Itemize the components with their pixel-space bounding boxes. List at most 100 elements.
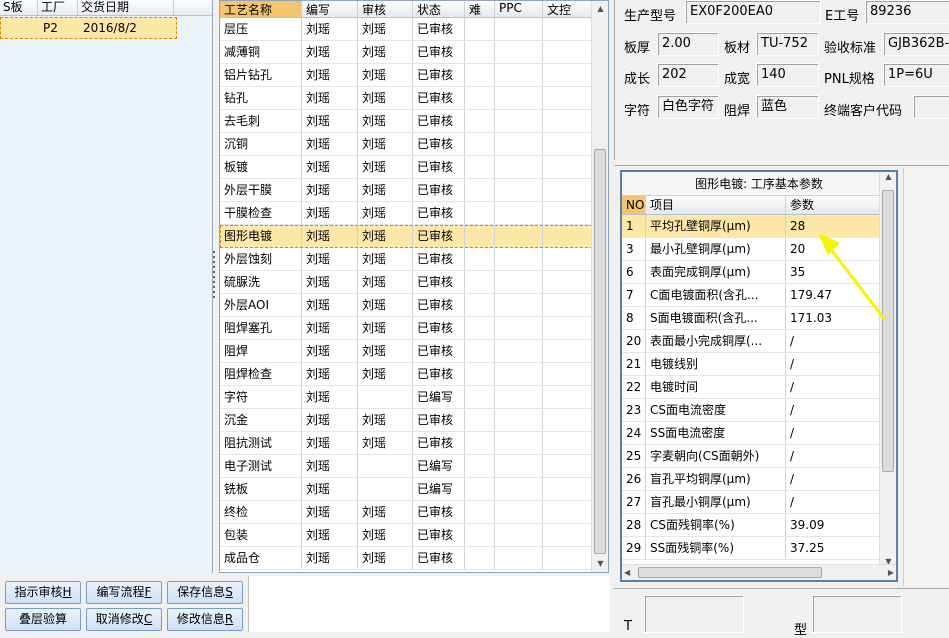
mask-field[interactable]: 蓝色 (756, 95, 819, 119)
process-status: 已审核 (413, 64, 465, 86)
col-header-board[interactable]: S板 (0, 0, 38, 15)
process-writer: 刘瑶 (302, 156, 358, 178)
process-grid-scrollbar[interactable]: ▲ ▼ (591, 1, 608, 572)
scroll-left-icon[interactable]: ◀ (624, 565, 630, 580)
scroll-thumb[interactable] (594, 149, 606, 554)
bottom-field-2[interactable] (812, 595, 902, 633)
bottom-field-1[interactable] (644, 595, 744, 633)
cancel-edit-button[interactable]: 取消修改C (86, 608, 162, 631)
scroll-up-icon[interactable]: ▲ (880, 172, 896, 181)
param-row[interactable]: 23 CS面电流密度 / (622, 399, 896, 422)
process-row[interactable]: 阻焊 刘瑶 刘瑶 已审核 (220, 340, 608, 363)
process-row[interactable]: 干膜检查 刘瑶 刘瑶 已审核 (220, 202, 608, 225)
process-row[interactable]: 阻焊塞孔 刘瑶 刘瑶 已审核 (220, 317, 608, 340)
process-row[interactable]: 硫脲洗 刘瑶 刘瑶 已审核 (220, 271, 608, 294)
process-row[interactable]: 字符 刘瑶 已编写 (220, 386, 608, 409)
col-header-doc-control[interactable]: 文控 (543, 1, 595, 17)
process-difficulty (465, 248, 495, 270)
scroll-right-icon[interactable]: ▶ (888, 565, 894, 580)
param-item: 字麦朝向(CS面朝外) (646, 445, 786, 467)
process-row[interactable]: 终检 刘瑶 刘瑶 已审核 (220, 501, 608, 524)
thickness-field[interactable]: 2.00 (657, 32, 719, 56)
process-row[interactable]: 沉金 刘瑶 刘瑶 已审核 (220, 409, 608, 432)
scroll-down-icon[interactable]: ▼ (592, 556, 608, 572)
process-row[interactable]: 外层AOI 刘瑶 刘瑶 已审核 (220, 294, 608, 317)
col-header-status[interactable]: 状态 (413, 1, 465, 17)
width-field[interactable]: 140 (756, 63, 819, 87)
process-name: 外层AOI (220, 294, 302, 316)
process-row[interactable]: 去毛刺 刘瑶 刘瑶 已审核 (220, 110, 608, 133)
modify-info-button[interactable]: 修改信息R (167, 608, 243, 631)
order-row[interactable]: P2 2016/8/2 (0, 17, 177, 39)
param-row[interactable]: 28 CS面残铜率(%) 39.09 (622, 514, 896, 537)
param-row[interactable]: 21 电镀线别 / (622, 353, 896, 376)
param-grid-hscroll[interactable]: ◀ ▶ (622, 564, 896, 580)
param-item: S面电镀面积(含孔... (646, 307, 786, 329)
col-header-difficulty[interactable]: 难 (465, 1, 495, 17)
process-row[interactable]: 外层干膜 刘瑶 刘瑶 已审核 (220, 179, 608, 202)
scroll-up-icon[interactable]: ▲ (592, 1, 608, 17)
param-row[interactable]: 27 盲孔最小铜厚(μm) / (622, 491, 896, 514)
process-row[interactable]: 电子测试 刘瑶 已编写 (220, 455, 608, 478)
col-header-delivery-date[interactable]: 交货日期 (78, 0, 174, 15)
length-field[interactable]: 202 (657, 63, 719, 87)
hscroll-thumb[interactable] (638, 567, 822, 578)
e-no-field[interactable]: 89236 (865, 0, 949, 24)
annotation-arrow (818, 233, 887, 321)
splitter-grip[interactable] (211, 248, 217, 318)
blank-area (248, 576, 610, 632)
col-header-ppc[interactable]: PPC (495, 1, 543, 17)
param-row[interactable]: 26 盲孔平均铜厚(μm) / (622, 468, 896, 491)
process-ppc (495, 225, 543, 247)
param-row[interactable]: 24 SS面电流密度 / (622, 422, 896, 445)
process-row[interactable]: 阻抗测试 刘瑶 刘瑶 已审核 (220, 432, 608, 455)
edit-flow-button[interactable]: 编写流程F (86, 581, 162, 604)
save-info-button[interactable]: 保存信息S (167, 581, 243, 604)
process-status: 已审核 (413, 41, 465, 63)
col-header-process-name[interactable]: 工艺名称 (220, 1, 302, 17)
process-row[interactable]: 钻孔 刘瑶 刘瑶 已审核 (220, 87, 608, 110)
process-status: 已审核 (413, 547, 465, 569)
process-writer: 刘瑶 (302, 41, 358, 63)
process-row[interactable]: 外层蚀刻 刘瑶 刘瑶 已审核 (220, 248, 608, 271)
prod-model-field[interactable]: EX0F200EA0 (685, 0, 821, 24)
stackup-check-button[interactable]: 叠层验算 (5, 608, 81, 631)
process-ppc (495, 524, 543, 546)
col-header-factory[interactable]: 工厂 (38, 0, 78, 15)
process-row[interactable]: 层压 刘瑶 刘瑶 已审核 (220, 18, 608, 41)
process-row[interactable]: 减薄铜 刘瑶 刘瑶 已审核 (220, 41, 608, 64)
param-row[interactable]: 25 字麦朝向(CS面朝外) / (622, 445, 896, 468)
pnl-field[interactable]: 1P=6U (883, 63, 949, 87)
col-header-item[interactable]: 项目 (646, 196, 786, 214)
process-doc-control (543, 363, 595, 385)
process-name: 电子测试 (220, 455, 302, 477)
process-doc-control (543, 455, 595, 477)
param-row[interactable]: 22 电镀时间 / (622, 376, 896, 399)
process-name: 图形电镀 (220, 225, 302, 247)
process-row[interactable]: 阻焊检查 刘瑶 刘瑶 已审核 (220, 363, 608, 386)
process-row[interactable]: 铝片钻孔 刘瑶 刘瑶 已审核 (220, 64, 608, 87)
std-field[interactable]: GJB362B- (883, 32, 949, 56)
material-field[interactable]: TU-752 (756, 32, 819, 56)
param-row[interactable]: 29 SS面残铜率(%) 37.25 (622, 537, 896, 560)
process-row[interactable]: 图形电镀 刘瑶 刘瑶 已审核 (220, 225, 608, 248)
process-reviewer: 刘瑶 (358, 156, 413, 178)
param-item: 最小孔壁铜厚(μm) (646, 238, 786, 260)
process-rows: 层压 刘瑶 刘瑶 已审核 减薄铜 刘瑶 刘瑶 已审核 铝片钻孔 刘瑶 刘瑶 已审核 钻孔 刘瑶 刘瑶 已审核去… (220, 18, 608, 570)
review-button[interactable]: 指示审核H (5, 581, 81, 604)
param-item: SS面电流密度 (646, 422, 786, 444)
process-doc-control (543, 64, 595, 86)
process-row[interactable]: 包装 刘瑶 刘瑶 已审核 (220, 524, 608, 547)
process-row[interactable]: 板镀 刘瑶 刘瑶 已审核 (220, 156, 608, 179)
param-no: 24 (622, 422, 646, 444)
col-header-reviewer[interactable]: 审核 (358, 1, 413, 17)
process-doc-control (543, 294, 595, 316)
col-header-value[interactable]: 参数 (786, 196, 882, 214)
col-header-no[interactable]: NO (622, 196, 646, 214)
char-field[interactable]: 白色字符 (657, 95, 719, 119)
customer-field[interactable] (913, 95, 949, 119)
process-row[interactable]: 沉铜 刘瑶 刘瑶 已审核 (220, 133, 608, 156)
process-row[interactable]: 成品仓 刘瑶 刘瑶 已审核 (220, 547, 608, 570)
col-header-writer[interactable]: 编写 (302, 1, 358, 17)
process-row[interactable]: 铣板 刘瑶 已编写 (220, 478, 608, 501)
